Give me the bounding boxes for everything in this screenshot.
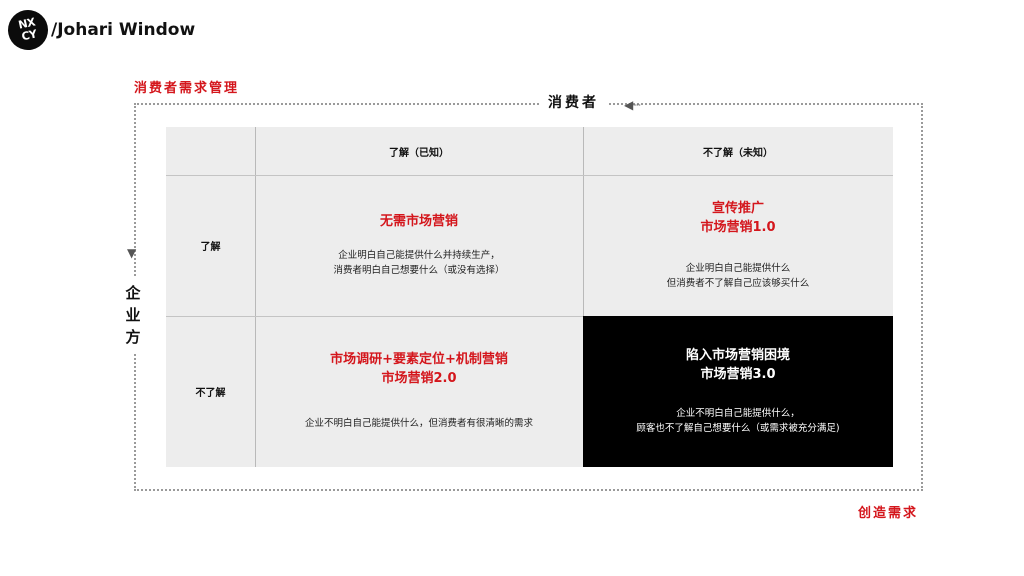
column-header-known: 了解（已知）: [255, 127, 583, 175]
quadrant-subtitle: 市场营销3.0: [700, 367, 776, 382]
row-header-known: 了解: [166, 175, 255, 316]
quadrant-title: 无需市场营销: [379, 214, 458, 229]
quadrant-title: 宣传推广: [711, 201, 764, 216]
quadrant-desc-line: 企业明白自己能提供什么: [685, 263, 791, 274]
quadrant-desc-line: 但消费者不了解自己应该够买什么: [666, 278, 810, 289]
quadrant-title: 陷入市场营销困境: [685, 348, 790, 363]
quadrant-unknown-known: 市场调研+要素定位+机制营销 市场营销2.0 企业不明白自己能提供什么，但消费者…: [255, 316, 583, 467]
axis-enterprise-label: 企业方: [122, 278, 144, 352]
quadrant-known-known: 无需市场营销 企业明白自己能提供什么并持续生产， 消费者明白自己想要什么（或没有…: [255, 175, 583, 316]
quadrant-desc-line: 企业不明白自己能提供什么，但消费者有很清晰的需求: [304, 418, 533, 429]
grid-divider: [255, 127, 256, 467]
row-header-known-text: 了解: [200, 242, 221, 253]
quadrant-subtitle: 市场营销2.0: [381, 371, 457, 386]
quadrant-desc-line: 消费者明白自己想要什么（或没有选择）: [333, 265, 505, 276]
quadrant-title: 市场调研+要素定位+机制营销: [330, 352, 508, 367]
row-header-unknown-text: 不了解: [195, 388, 226, 399]
row-header-unknown: 不了解: [166, 316, 255, 467]
column-header-unknown: 不了解（未知）: [583, 127, 893, 175]
quadrant-known-unknown: 宣传推广 市场营销1.0 企业明白自己能提供什么 但消费者不了解自己应该够买什么: [583, 175, 893, 316]
axis-consumer-label: 消费者: [540, 92, 607, 112]
quadrant-desc-line: 企业不明白自己能提供什么，: [676, 408, 800, 419]
label-consumer-demand-management: 消费者需求管理: [134, 81, 240, 96]
grid-divider: [166, 316, 583, 317]
nxcy-logo: NX CY: [4, 6, 52, 54]
page-title: /Johari Window: [51, 20, 196, 40]
arrow-down-icon: ▼: [127, 246, 137, 260]
column-header-known-text: 了解（已知）: [389, 147, 449, 159]
quadrant-desc-line: 顾客也不了解自己想要什么（或需求被充分满足): [636, 423, 840, 434]
enterprise-label-text: 企业方: [125, 284, 141, 346]
arrow-left-icon: ◀┈: [624, 98, 641, 112]
quadrant-desc-line: 企业明白自己能提供什么并持续生产，: [338, 250, 500, 261]
johari-matrix: 了解（已知） 不了解（未知） 了解 无需市场营销 企业明白自己能提供什么并持续生…: [166, 127, 893, 467]
grid-divider: [583, 127, 584, 316]
quadrant-subtitle: 市场营销1.0: [700, 220, 776, 235]
corner-cell: [166, 127, 255, 175]
logo-text: NX CY: [17, 15, 38, 44]
label-create-demand: 创造需求: [858, 506, 919, 521]
column-header-unknown-text: 不了解（未知）: [703, 147, 773, 159]
grid-divider: [166, 175, 893, 176]
quadrant-unknown-unknown: 陷入市场营销困境 市场营销3.0 企业不明白自己能提供什么， 顾客也不了解自己想…: [583, 316, 893, 467]
